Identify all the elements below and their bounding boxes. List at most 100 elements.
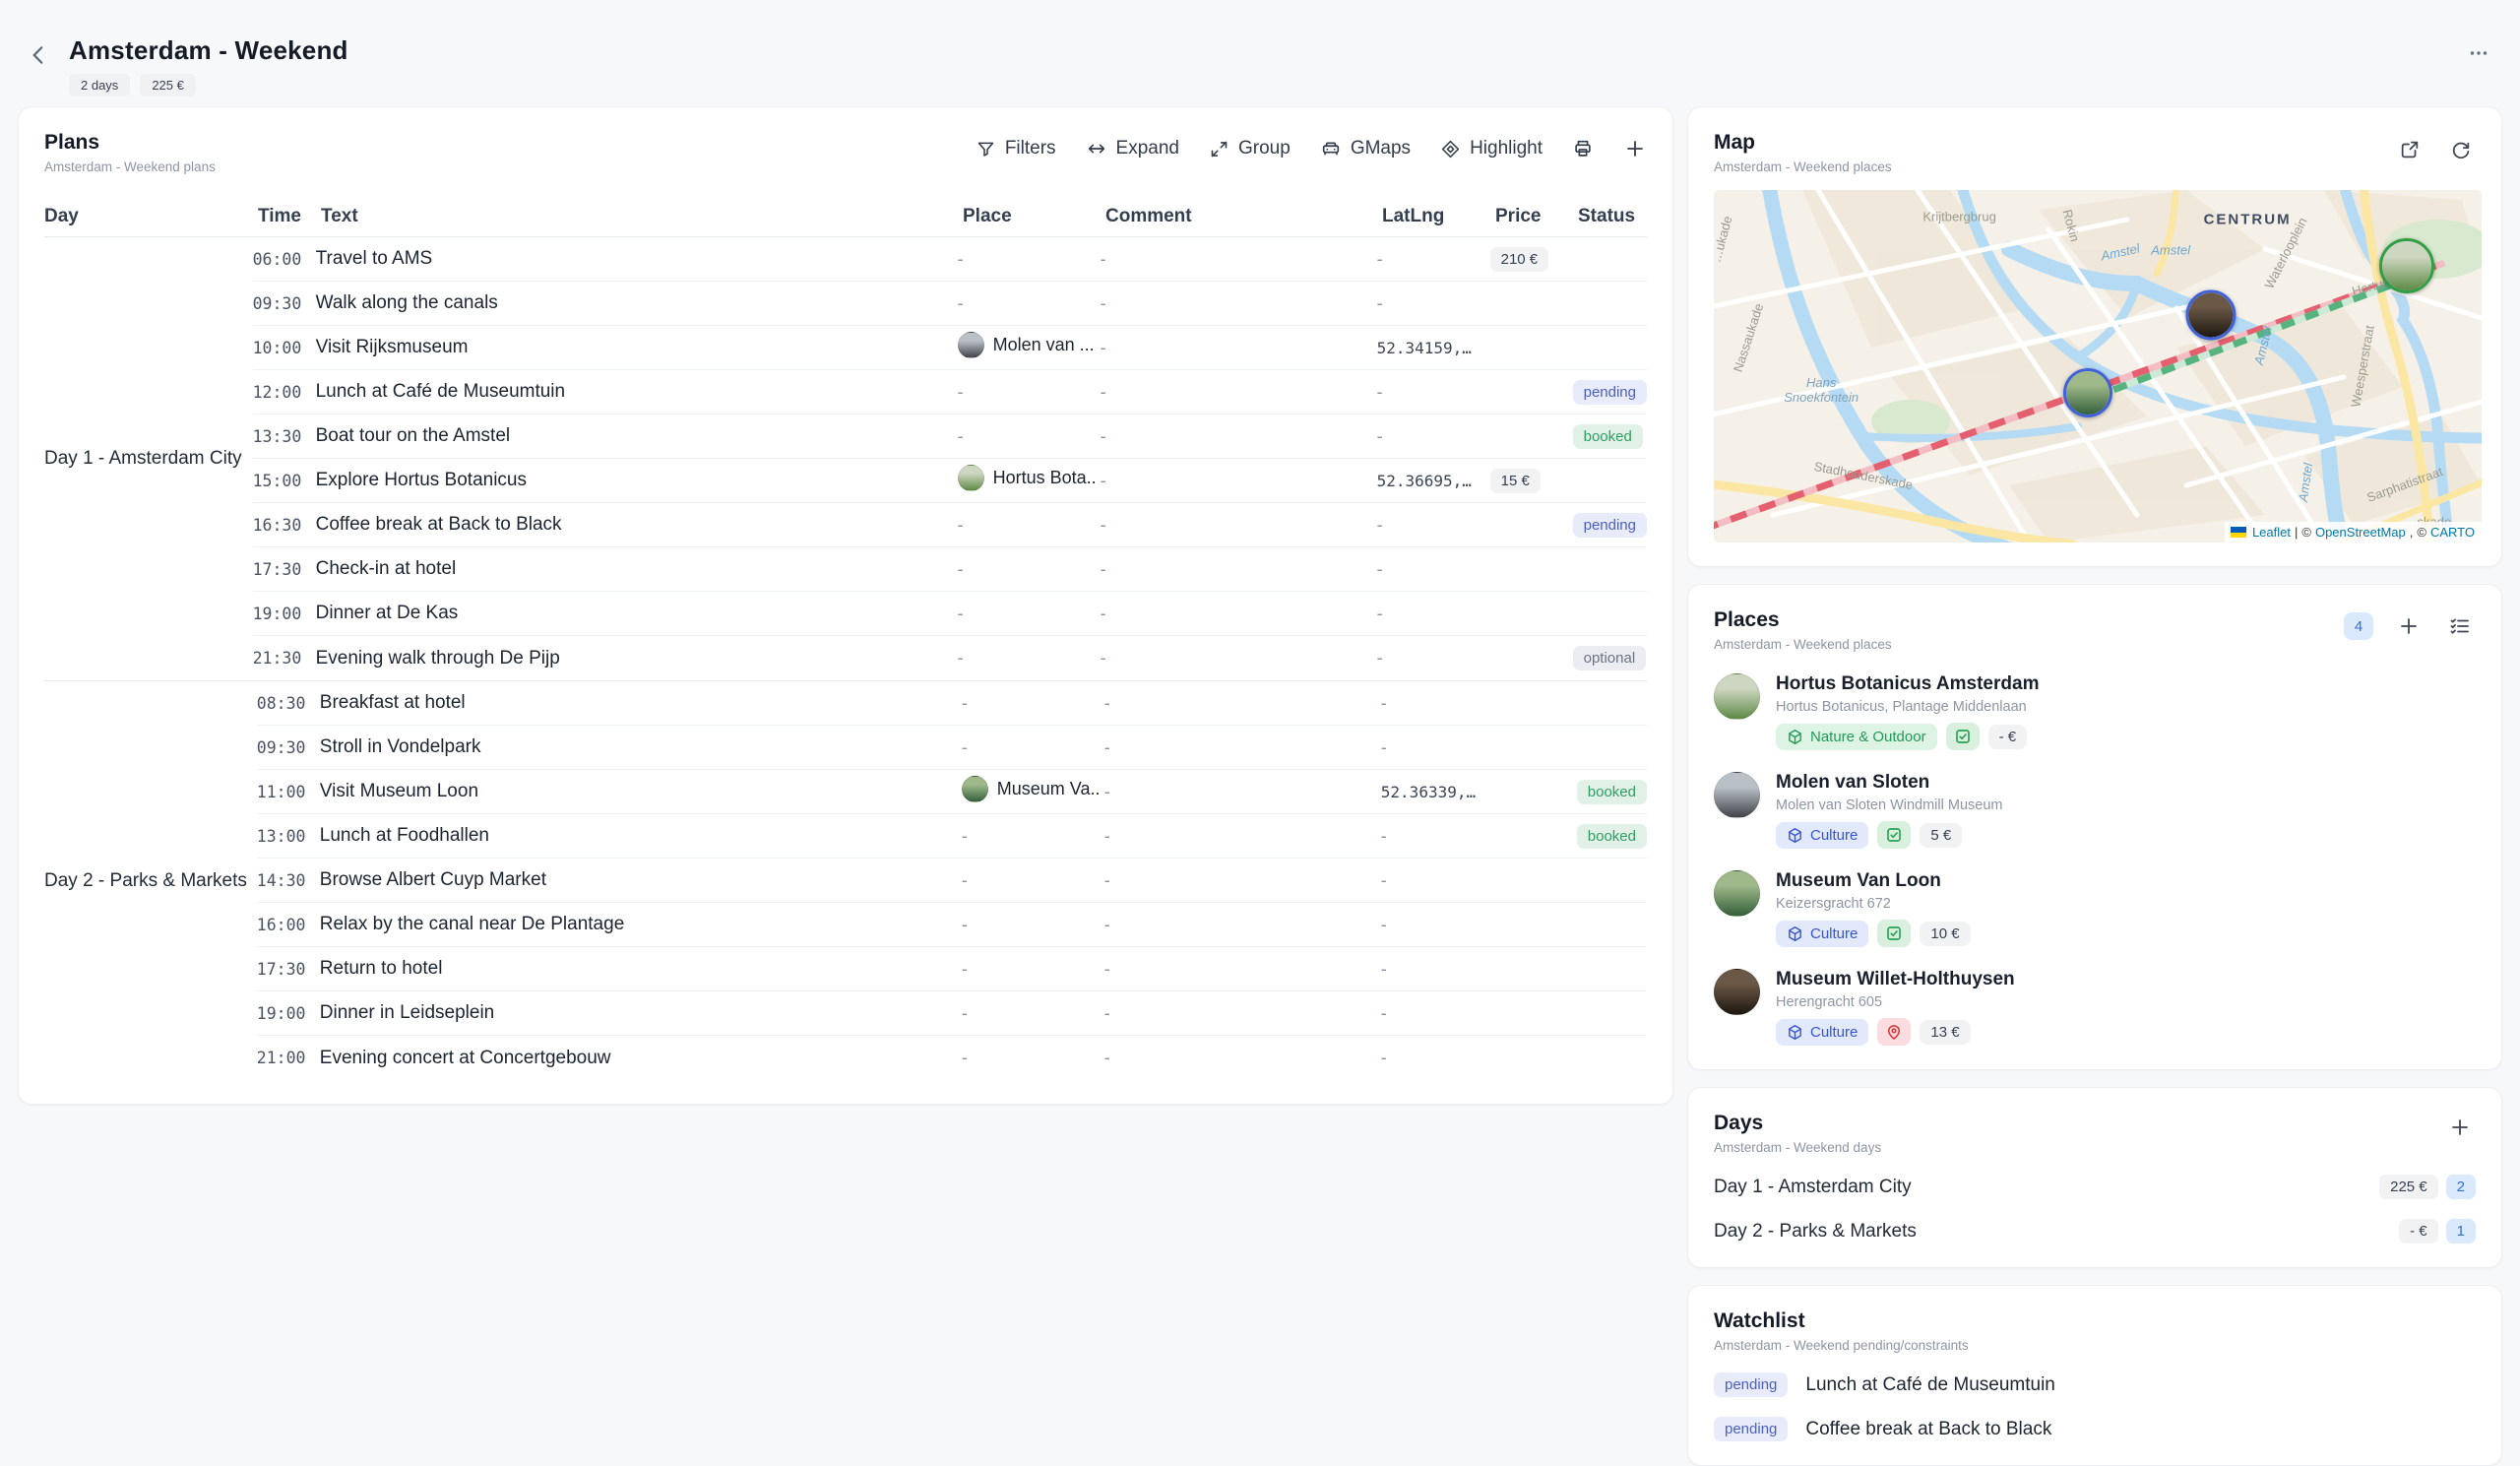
plan-row[interactable]: 16:00Relax by the canal near De Plantage… (257, 903, 1647, 947)
plan-row[interactable]: 06:00Travel to AMS---210 € (253, 237, 1647, 282)
map-refresh-button[interactable] (2446, 135, 2476, 164)
plan-row[interactable]: 11:00Visit Museum LoonMuseum Va...-52.36… (257, 770, 1647, 814)
print-button[interactable] (1572, 138, 1594, 159)
map-marker-museum-willet-holthuysen[interactable] (2186, 290, 2236, 341)
carto-link[interactable]: CARTO (2430, 525, 2475, 540)
day-list-item[interactable]: Day 2 - Parks & Markets- €1 (1714, 1219, 2476, 1243)
plan-row[interactable]: 10:00Visit RijksmuseumMolen van ...-52.3… (253, 326, 1647, 370)
empty-place: - (958, 515, 964, 535)
cube-icon (1787, 827, 1803, 844)
day-group-rows: 06:00Travel to AMS---210 €09:30Walk alon… (253, 237, 1647, 680)
plan-time: 10:00 (253, 339, 316, 357)
openstreetmap-link[interactable]: OpenStreetMap (2315, 525, 2406, 540)
plan-comment: - (1101, 559, 1377, 580)
place-list-item[interactable]: Museum Van LoonKeizersgracht 672Culture1… (1714, 870, 2476, 947)
map-title: Map (1714, 131, 1892, 155)
plan-row[interactable]: 21:00Evening concert at Concertgebouw--- (257, 1036, 1647, 1080)
place-list-item[interactable]: Museum Willet-HolthuysenHerengracht 605C… (1714, 969, 2476, 1046)
plan-text: Evening concert at Concertgebouw (320, 1048, 962, 1069)
status-badge: booked (1577, 780, 1647, 804)
plan-comment: - (1101, 426, 1377, 447)
plan-place-cell: - (962, 870, 1104, 891)
plan-place-cell: - (962, 737, 1104, 758)
add-day-button[interactable] (2444, 1112, 2476, 1143)
plan-row[interactable]: 12:00Lunch at Café de Museumtuin---pendi… (253, 370, 1647, 414)
place-chip[interactable]: Hortus Bota... (958, 465, 1096, 491)
plan-row[interactable]: 09:30Walk along the canals--- (253, 282, 1647, 326)
add-plan-button[interactable] (1623, 137, 1647, 160)
basemap-tiles (1714, 190, 2482, 542)
place-list-item[interactable]: Hortus Botanicus AmsterdamHortus Botanic… (1714, 673, 2476, 750)
plan-row[interactable]: 19:00Dinner at De Kas--- (253, 592, 1647, 636)
category-label: Nature & Outdoor (1810, 730, 1926, 744)
plan-row[interactable]: 09:30Stroll in Vondelpark--- (257, 726, 1647, 770)
expand-button[interactable]: Expand (1086, 138, 1179, 159)
plan-row[interactable]: 14:30Browse Albert Cuyp Market--- (257, 859, 1647, 903)
plan-place-cell: - (962, 826, 1104, 847)
day-badges: - €1 (2399, 1219, 2476, 1243)
plan-row[interactable]: 21:30Evening walk through De Pijp---opti… (253, 636, 1647, 680)
leaflet-link[interactable]: Leaflet (2252, 525, 2291, 540)
plan-text: Boat tour on the Amstel (316, 425, 958, 447)
marker-photo (2066, 371, 2110, 414)
map-marker-museum-van-loon[interactable] (2063, 368, 2112, 417)
day-list-item[interactable]: Day 1 - Amsterdam City225 €2 (1714, 1175, 2476, 1199)
place-address: Keizersgracht 672 (1776, 896, 1971, 912)
place-name: Museum Willet-Holthuysen (1776, 969, 2015, 990)
plan-status-cell: optional (1573, 646, 1647, 670)
plan-price-cell: 210 € (1490, 247, 1573, 272)
plan-text: Explore Hortus Botanicus (316, 470, 958, 491)
plan-row[interactable]: 13:00Lunch at Foodhallen---booked (257, 814, 1647, 859)
plan-place-cell: - (962, 915, 1104, 935)
places-list-view-button[interactable] (2444, 610, 2476, 642)
watchlist-item[interactable]: pendingLunch at Café de Museumtuin (1714, 1372, 2476, 1397)
watchlist-subtitle: Amsterdam - Weekend pending/constraints (1714, 1338, 1969, 1353)
plan-row[interactable]: 19:00Dinner in Leidseplein--- (257, 991, 1647, 1036)
place-list-item[interactable]: Molen van SlotenMolen van Sloten Windmil… (1714, 772, 2476, 849)
plan-comment: - (1101, 382, 1377, 403)
add-place-button[interactable] (2393, 610, 2425, 642)
plan-row[interactable]: 17:30Return to hotel--- (257, 947, 1647, 991)
place-chip[interactable]: Museum Va... (962, 776, 1100, 802)
place-name: Hortus Botanicus Amsterdam (1776, 673, 2039, 695)
page-title: Amsterdam - Weekend (69, 35, 348, 66)
plan-place-cell: - (958, 648, 1101, 669)
more-menu-button[interactable] (2467, 41, 2490, 65)
map-canvas[interactable]: KrijtbergbrugRokinAmstelAmstelCENTRUMWat… (1714, 190, 2482, 542)
watchlist-item[interactable]: pendingCoffee break at Back to Black (1714, 1417, 2476, 1441)
plan-comment: - (1104, 826, 1381, 847)
cube-icon (1787, 1024, 1803, 1041)
highlight-button[interactable]: Highlight (1440, 138, 1543, 159)
plan-text: Return to hotel (320, 958, 962, 980)
plan-latlng: - (1377, 604, 1490, 624)
map-marker-hortus-botanicus[interactable] (2379, 238, 2434, 293)
plan-row[interactable]: 16:30Coffee break at Back to Black---pen… (253, 503, 1647, 547)
column-header-price: Price (1495, 206, 1578, 227)
plan-row[interactable]: 15:00Explore Hortus BotanicusHortus Bota… (253, 459, 1647, 503)
plan-comment: - (1104, 782, 1381, 802)
plan-latlng: - (1381, 1048, 1494, 1068)
place-tags: Culture10 € (1776, 920, 1971, 947)
plan-row[interactable]: 17:30Check-in at hotel--- (253, 547, 1647, 592)
plan-comment: - (1101, 249, 1377, 270)
day-badges: 225 €2 (2379, 1175, 2476, 1199)
back-button[interactable] (26, 37, 61, 73)
filters-button[interactable]: Filters (976, 138, 1056, 159)
map-card: Map Amsterdam - Weekend places (1687, 106, 2502, 567)
empty-place: - (962, 1003, 968, 1023)
plan-row[interactable]: 08:30Breakfast at hotel--- (257, 681, 1647, 726)
plan-row[interactable]: 13:30Boat tour on the Amstel---booked (253, 414, 1647, 459)
map-pin-icon (1885, 1023, 1903, 1041)
place-chip[interactable]: Molen van ... (958, 332, 1095, 358)
plan-latlng: - (1381, 870, 1494, 891)
visited-check-badge (1877, 920, 1911, 947)
place-tags: Culture13 € (1776, 1018, 2015, 1046)
day-group-rows: 08:30Breakfast at hotel---09:30Stroll in… (257, 681, 1647, 1080)
gmaps-button[interactable]: GMaps (1320, 138, 1411, 159)
plan-time: 06:00 (253, 250, 316, 269)
group-button[interactable]: Group (1209, 138, 1291, 159)
map-fullscreen-button[interactable] (2395, 135, 2425, 164)
places-count-badge: 4 (2344, 612, 2373, 640)
highlight-icon (1440, 139, 1461, 159)
day-group-label: Day 2 - Parks & Markets (44, 681, 257, 1080)
